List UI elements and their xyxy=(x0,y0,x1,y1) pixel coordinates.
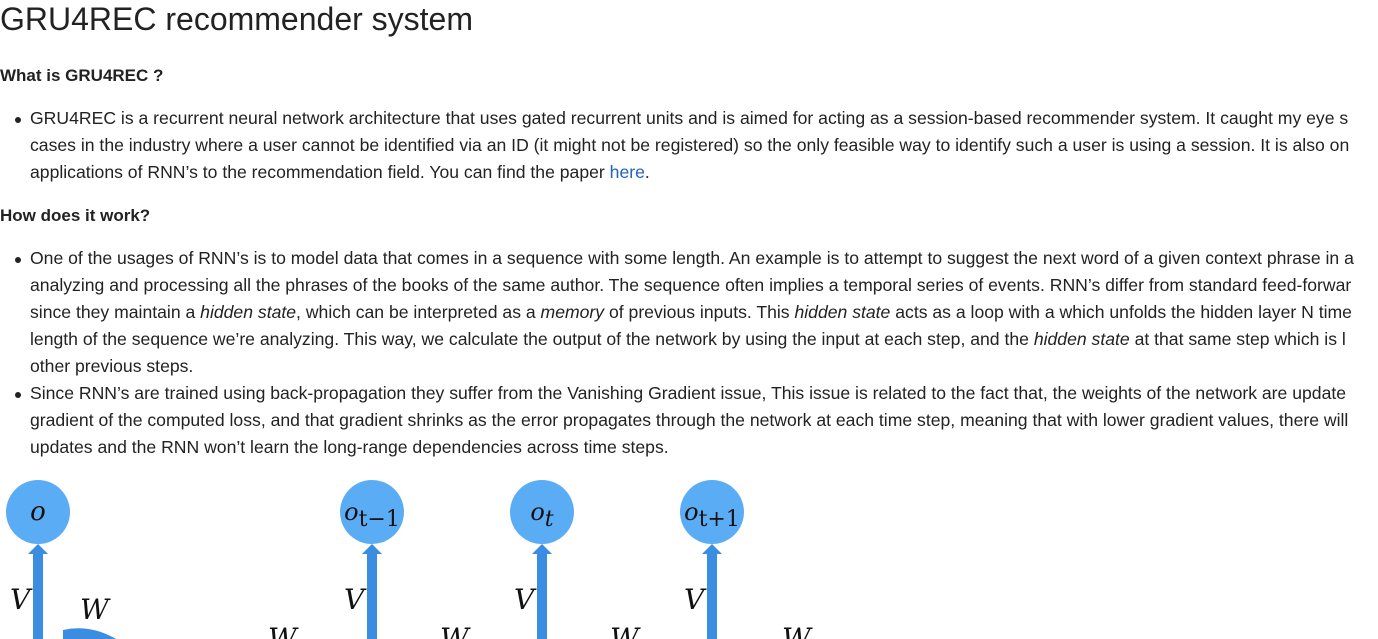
paper-link[interactable]: here xyxy=(610,162,645,182)
text-fragment: since they maintain a xyxy=(30,302,201,322)
text-line: analyzing and processing all the phrases… xyxy=(30,275,1352,295)
text-line: updates and the RNN won’t learn the long… xyxy=(30,437,669,457)
output-label-base: o xyxy=(684,498,698,526)
list-item: GRU4REC is a recurrent neural network ar… xyxy=(0,105,1378,186)
text-line: GRU4REC is a recurrent neural network ar… xyxy=(30,108,1349,128)
arrow-up-icon xyxy=(702,544,722,554)
output-label-base: o xyxy=(344,498,358,526)
bullet-dot-icon xyxy=(15,257,21,263)
weight-label-v: V xyxy=(514,583,537,616)
unfolded-step: ot V xyxy=(510,480,574,639)
text-line: since they maintain a hidden state, whic… xyxy=(30,299,1378,326)
text-line: length of the sequence we’re analyzing. … xyxy=(30,326,1378,353)
section-heading-how: How does it work? xyxy=(0,206,151,225)
text-fragment: at that same step which is l xyxy=(1129,329,1346,349)
output-label-base: o xyxy=(530,498,544,526)
bullet-list-what: GRU4REC is a recurrent neural network ar… xyxy=(0,105,1378,186)
list-item: Since RNN’s are trained using back-propa… xyxy=(0,380,1378,461)
rnn-unfolded-diagram: o V W ot−1 V ot V ot+1 V W W W W xyxy=(6,480,813,639)
output-label-subscript: t xyxy=(545,507,554,532)
emphasis-text: hidden state xyxy=(794,302,891,322)
text-fragment: of previous inputs. This xyxy=(604,302,795,322)
folded-rnn: o V W xyxy=(6,480,116,639)
arrow-shaft xyxy=(367,554,377,639)
text-fragment: length of the sequence we’re analyzing. … xyxy=(30,329,1034,349)
weight-label-w: W xyxy=(610,622,641,639)
text-line: other previous steps. xyxy=(30,356,194,376)
bullet-dot-icon xyxy=(15,392,21,398)
weight-label-w: W xyxy=(268,622,299,639)
text-fragment: , which can be interpreted as a xyxy=(296,302,541,322)
unfolded-step: ot+1 V xyxy=(680,480,744,639)
text-line: cases in the industry where a user canno… xyxy=(30,135,1350,155)
recurrent-loop-arc xyxy=(63,628,116,639)
weight-label-v: V xyxy=(10,583,33,616)
weight-label-w: W xyxy=(80,593,111,626)
text-fragment: . xyxy=(644,162,650,182)
output-label-subscript: t+1 xyxy=(699,507,740,532)
text-line: gradient of the computed loss, and that … xyxy=(30,410,1349,430)
arrow-up-icon xyxy=(362,544,382,554)
output-label-folded: o xyxy=(30,497,46,527)
emphasis-text: hidden state xyxy=(200,302,297,322)
text-line: Since RNN’s are trained using back-propa… xyxy=(30,383,1347,403)
arrow-up-icon xyxy=(532,544,552,554)
text-fragment: applications of RNN’s to the recommendat… xyxy=(30,162,610,182)
bullet-list-how: One of the usages of RNN’s is to model d… xyxy=(0,245,1378,461)
arrow-shaft xyxy=(537,554,547,639)
weight-label-w: W xyxy=(440,622,471,639)
arrow-shaft xyxy=(33,554,43,639)
unfolded-step: ot−1 V xyxy=(340,480,404,639)
output-label-subscript: t−1 xyxy=(359,507,400,532)
arrow-up-icon xyxy=(28,544,48,554)
emphasis-text: memory xyxy=(540,302,605,322)
section-heading-what: What is GRU4REC ? xyxy=(0,66,164,85)
weight-label-w: W xyxy=(782,622,813,639)
bullet-dot-icon xyxy=(15,117,21,123)
weight-label-v: V xyxy=(344,583,367,616)
list-item: One of the usages of RNN’s is to model d… xyxy=(0,245,1378,380)
weight-label-v: V xyxy=(684,583,707,616)
page-title: GRU4REC recommender system xyxy=(0,1,473,37)
text-line: applications of RNN’s to the recommendat… xyxy=(30,159,1378,186)
emphasis-text: hidden state xyxy=(1033,329,1130,349)
text-line: One of the usages of RNN’s is to model d… xyxy=(30,248,1354,268)
text-fragment: acts as a loop with a which unfolds the … xyxy=(890,302,1352,322)
article: GRU4REC recommender system What is GRU4R… xyxy=(0,0,1378,639)
arrow-shaft xyxy=(707,554,717,639)
